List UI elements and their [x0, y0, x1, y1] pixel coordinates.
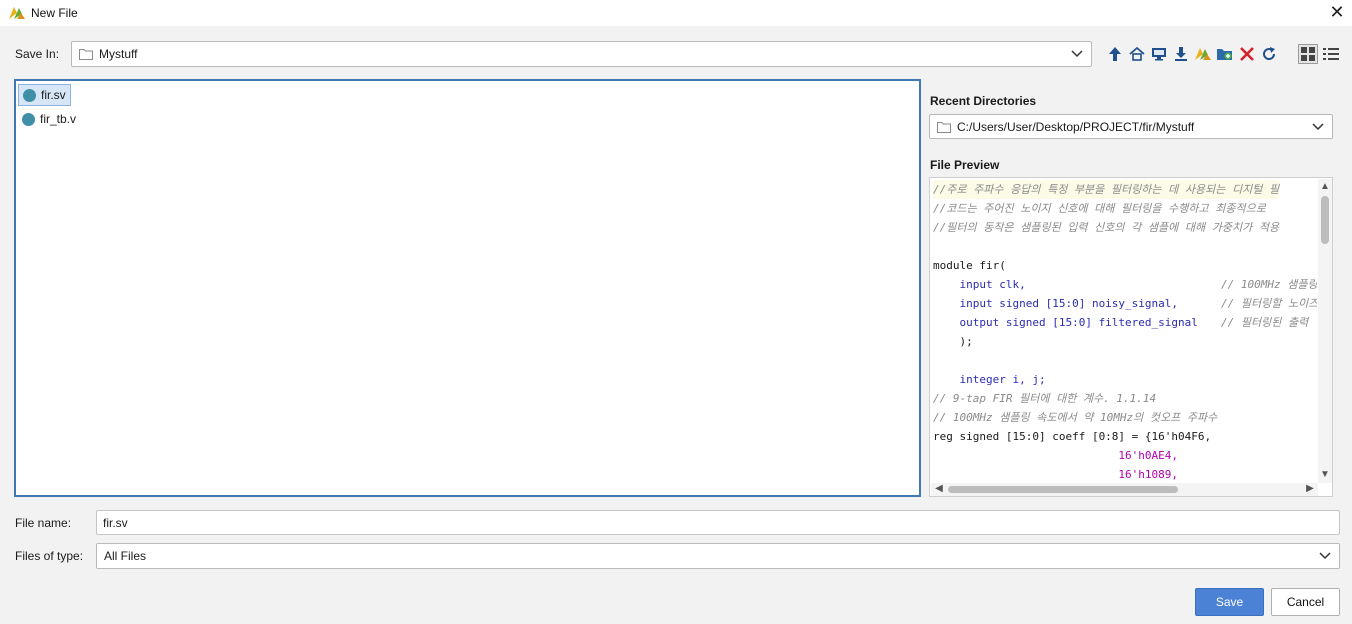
chevron-down-icon	[1312, 122, 1324, 130]
files-of-type-label: Files of type:	[15, 549, 84, 563]
list-item[interactable]: fir.sv	[18, 84, 71, 106]
file-name: fir.sv	[41, 88, 66, 102]
code-line: input clk,	[933, 278, 1026, 291]
scroll-left-icon[interactable]: ◀	[933, 483, 945, 495]
code-comment: // 100MHz 샘플링	[1221, 278, 1317, 291]
code-line: output signed [15:0] filtered_signal	[933, 316, 1198, 329]
new-folder-icon[interactable]	[1216, 45, 1234, 63]
file-name: fir_tb.v	[40, 112, 77, 126]
code-line: input signed [15:0] noisy_signal,	[933, 297, 1179, 310]
files-of-type-dropdown[interactable]: All Files	[96, 543, 1340, 569]
code-line: 16'h0AE4,	[933, 449, 1179, 462]
file-preview-title: File Preview	[930, 158, 1000, 172]
home-icon[interactable]	[1128, 45, 1146, 63]
delete-icon[interactable]	[1238, 45, 1256, 63]
code-line: reg signed [15:0] coeff [0:8] = {16'h04F…	[933, 430, 1212, 443]
file-preview[interactable]: //주로 주파수 응답의 특정 부분을 필터링하는 데 사용되는 디지털 필 /…	[929, 177, 1333, 497]
code-view: //주로 주파수 응답의 특정 부분을 필터링하는 데 사용되는 디지털 필 /…	[931, 179, 1317, 483]
window-title: New File	[31, 6, 78, 20]
file-name-field[interactable]	[96, 510, 1340, 535]
recent-directories-dropdown[interactable]: C:/Users/User/Desktop/PROJECT/fir/Mystuf…	[929, 114, 1333, 139]
code-comment: // 필터링된 출력	[1221, 316, 1309, 329]
cancel-button[interactable]: Cancel	[1271, 588, 1340, 616]
list-view-icon[interactable]	[1322, 45, 1340, 63]
vivado-logo-icon	[9, 7, 25, 19]
grid-view-icon[interactable]	[1298, 44, 1318, 64]
vivado-project-icon[interactable]	[1194, 45, 1212, 63]
up-folder-icon[interactable]	[1106, 45, 1124, 63]
file-name-input[interactable]	[97, 511, 1339, 534]
download-icon[interactable]	[1172, 45, 1190, 63]
chevron-down-icon	[1319, 552, 1331, 560]
code-line: 16'h1089,	[933, 468, 1179, 481]
code-line: // 9-tap FIR 필터에 대한 계수. 1.1.14	[933, 392, 1157, 405]
refresh-icon[interactable]	[1260, 45, 1278, 63]
folder-icon	[79, 49, 93, 60]
scroll-right-icon[interactable]: ▶	[1304, 483, 1316, 495]
save-in-label: Save In:	[15, 47, 60, 61]
horizontal-scroll-thumb[interactable]	[948, 486, 1178, 493]
desktop-icon[interactable]	[1150, 45, 1168, 63]
save-button[interactable]: Save	[1195, 588, 1264, 616]
close-icon[interactable]: ✕	[1326, 2, 1348, 24]
scroll-down-icon[interactable]: ▼	[1319, 469, 1331, 481]
code-line: );	[933, 335, 973, 348]
recent-directories-title: Recent Directories	[930, 94, 1037, 108]
title-bar	[0, 0, 1352, 26]
files-of-type-value: All Files	[104, 549, 147, 563]
chevron-down-icon	[1071, 50, 1083, 58]
code-line: //주로 주파수 응답의 특정 부분을 필터링하는 데 사용되는 디지털 필	[933, 180, 1280, 199]
save-in-value: Mystuff	[99, 47, 138, 61]
code-line: integer i, j;	[933, 373, 1046, 386]
file-icon	[22, 112, 35, 126]
file-name-label: File name:	[15, 516, 72, 530]
file-icon	[23, 88, 36, 102]
vertical-scroll-thumb[interactable]	[1321, 196, 1329, 244]
code-comment: // 필터링할 노이즈	[1221, 297, 1317, 310]
folder-icon	[937, 121, 951, 133]
list-item[interactable]: fir_tb.v	[18, 108, 80, 130]
scroll-up-icon[interactable]: ▲	[1319, 181, 1331, 193]
code-line: module fir(	[933, 259, 1006, 272]
code-line: //필터의 동작은 샘플링된 입력 신호의 각 샘플에 대해 가중치가 적용	[933, 221, 1280, 234]
code-line: // 100MHz 샘플링 속도에서 약 10MHz의 컷오프 주파수	[933, 411, 1218, 424]
file-list[interactable]: fir.sv fir_tb.v	[14, 79, 921, 497]
code-line: //코드는 주어진 노이지 신호에 대해 필터링을 수행하고 최종적으로	[933, 202, 1266, 215]
save-in-dropdown[interactable]: Mystuff	[71, 41, 1092, 67]
recent-directory-value: C:/Users/User/Desktop/PROJECT/fir/Mystuf…	[957, 119, 1195, 134]
